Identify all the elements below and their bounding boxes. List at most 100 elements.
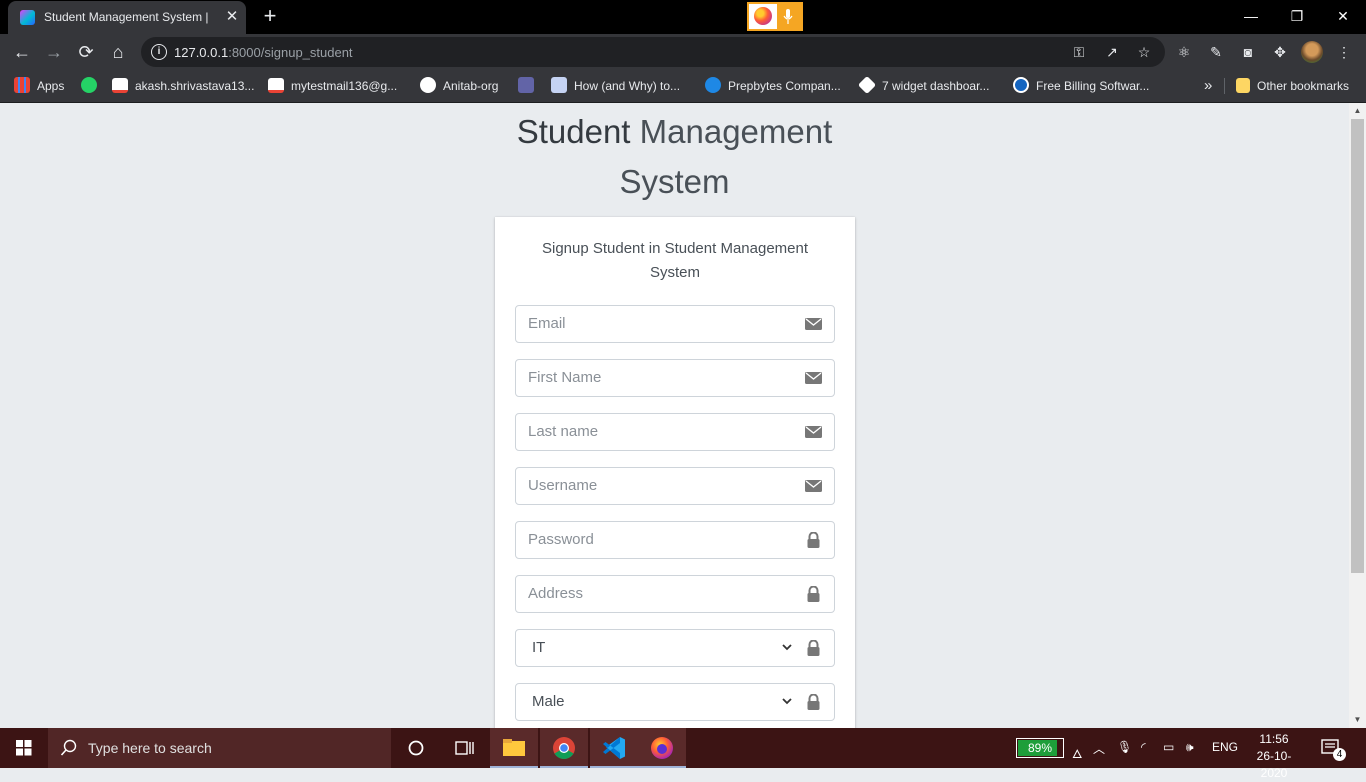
password-field[interactable]: Password xyxy=(515,521,835,559)
task-view-icon xyxy=(455,741,474,755)
whatsapp-icon xyxy=(81,77,97,93)
folder-icon xyxy=(503,739,525,756)
key-icon[interactable]: ⚿ xyxy=(1070,43,1088,61)
prepbytes-icon xyxy=(705,77,721,93)
notification-icon xyxy=(1321,739,1339,754)
envelope-icon xyxy=(805,372,822,384)
brand-line-2: System xyxy=(619,163,730,200)
show-hidden-icons-chevron-icon[interactable]: ︿ xyxy=(1093,740,1105,757)
envelope-icon xyxy=(805,426,822,438)
url-text[interactable]: 127.0.0.1:8000/signup_student xyxy=(174,45,353,60)
billing-icon xyxy=(1013,77,1029,93)
wifi-icon[interactable]: ◜ xyxy=(1141,740,1146,754)
signup-card: Signup Student in Student Management Sys… xyxy=(495,217,855,728)
home-icon[interactable]: ⌂ xyxy=(106,40,130,64)
bookmark-star-icon[interactable]: ☆ xyxy=(1135,43,1153,61)
microphone-tray-icon[interactable]: 🎙 xyxy=(1117,740,1132,754)
action-center-button[interactable]: 4 xyxy=(1310,728,1350,768)
page-viewport: Student Management System Signup Student… xyxy=(0,103,1349,728)
menu-kebab-icon[interactable]: ⋮ xyxy=(1334,42,1354,62)
page-brand: Student Management System xyxy=(0,107,1349,207)
extension-pen-icon[interactable]: ✎ xyxy=(1206,42,1226,62)
gmail-icon xyxy=(268,78,284,93)
extensions-puzzle-icon[interactable]: ✥ xyxy=(1270,42,1290,62)
chrome-taskbar-button[interactable] xyxy=(540,728,588,768)
back-arrow-icon[interactable]: ← xyxy=(10,40,34,64)
username-field[interactable]: Username xyxy=(515,467,835,505)
window-close-button[interactable]: ✕ xyxy=(1320,0,1366,32)
windows-logo-icon xyxy=(16,740,32,756)
gmail-icon xyxy=(112,78,128,93)
windows-taskbar: Type here to search 89% 🜂 ︿ 🎙 ◜ ▭ 🕪 ENG … xyxy=(0,728,1366,780)
new-tab-button[interactable]: + xyxy=(258,5,282,29)
address-field[interactable]: Address xyxy=(515,575,835,613)
teams-icon xyxy=(518,77,534,93)
bookmark-prepbytes[interactable]: Prepbytes Compan... xyxy=(705,76,841,96)
scroll-down-arrow-icon[interactable]: ▼ xyxy=(1349,712,1366,728)
scroll-thumb[interactable] xyxy=(1351,119,1364,573)
screen-recording-indicator xyxy=(747,2,803,31)
bookmark-gmail-akash[interactable]: akash.shrivastava13... xyxy=(112,76,254,96)
language-indicator[interactable]: ENG xyxy=(1212,740,1238,754)
volume-icon[interactable]: 🕪 xyxy=(1186,740,1194,755)
flame-tray-icon[interactable]: 🜂 xyxy=(1072,740,1083,765)
forward-arrow-icon[interactable]: → xyxy=(42,40,66,64)
bookmark-anitab-org[interactable]: Anitab-org xyxy=(420,76,498,96)
bookmark-widget-dashboard[interactable]: 7 widget dashboar... xyxy=(857,75,989,96)
bookmark-gmail-mytestmail[interactable]: mytestmail136@g... xyxy=(268,76,397,96)
cortana-button[interactable] xyxy=(392,728,440,768)
lock-icon xyxy=(807,694,820,710)
battery-plug-icon[interactable]: ▭ xyxy=(1163,740,1174,754)
course-select[interactable]: IT xyxy=(515,629,835,667)
task-view-button[interactable] xyxy=(440,728,488,768)
vscode-taskbar-button[interactable] xyxy=(590,728,638,768)
tab-close-icon[interactable]: ✕ xyxy=(222,7,242,27)
github-icon xyxy=(420,77,436,93)
clock-date: 26-10-2020 xyxy=(1256,749,1292,780)
bookmark-whatsapp[interactable] xyxy=(81,76,104,96)
reload-icon[interactable]: ⟳ xyxy=(74,40,98,64)
bookmark-apps[interactable]: Apps xyxy=(14,76,64,96)
scroll-up-arrow-icon[interactable]: ▲ xyxy=(1349,103,1366,119)
bookmark-teams[interactable] xyxy=(518,76,541,96)
bookmark-how-and-why[interactable]: How (and Why) to... xyxy=(551,76,680,96)
window-restore-button[interactable]: ❐ xyxy=(1274,0,1320,32)
window-minimize-button[interactable]: — xyxy=(1228,0,1274,32)
chevron-down-icon xyxy=(782,644,792,651)
taskbar-clock[interactable]: 11:56 26-10-2020 xyxy=(1248,731,1300,782)
file-explorer-button[interactable] xyxy=(490,728,538,768)
camera-icon[interactable]: ◙ xyxy=(1238,42,1258,62)
bookmarks-bar: Apps akash.shrivastava13... mytestmail13… xyxy=(0,70,1366,103)
site-info-icon[interactable]: i xyxy=(151,44,167,60)
battery-indicator[interactable]: 89% xyxy=(1016,738,1064,758)
envelope-icon xyxy=(805,480,822,492)
chevron-down-icon xyxy=(782,698,792,705)
widget-icon xyxy=(857,75,877,95)
bookmark-free-billing[interactable]: Free Billing Softwar... xyxy=(1013,76,1149,96)
email-field[interactable]: Email xyxy=(515,305,835,343)
chrome-icon xyxy=(553,737,575,759)
last-name-field[interactable]: Last name xyxy=(515,413,835,451)
open-external-icon[interactable]: ↗ xyxy=(1103,43,1121,61)
react-devtools-icon[interactable]: ⚛ xyxy=(1174,42,1194,62)
windows-start-button[interactable] xyxy=(0,728,48,768)
cisco-icon xyxy=(551,77,567,93)
page-scrollbar[interactable]: ▲ ▼ xyxy=(1349,103,1366,728)
lock-icon xyxy=(807,640,820,656)
clock-time: 11:56 xyxy=(1259,732,1289,746)
bookmarks-overflow-button[interactable]: » xyxy=(1204,76,1212,96)
vscode-icon xyxy=(603,737,625,759)
cortana-circle-icon xyxy=(408,740,424,756)
browser-tab-active[interactable]: Student Management System | Signup Stude… xyxy=(8,1,246,34)
other-bookmarks[interactable]: Other bookmarks xyxy=(1236,76,1349,96)
envelope-icon xyxy=(805,318,822,330)
address-bar[interactable]: i 127.0.0.1:8000/signup_student ⚿ ↗ ☆ xyxy=(141,37,1165,67)
gender-select[interactable]: Male xyxy=(515,683,835,721)
first-name-field[interactable]: First Name xyxy=(515,359,835,397)
notification-count: 4 xyxy=(1333,748,1346,761)
firefox-taskbar-button[interactable] xyxy=(638,728,686,768)
bookmarks-divider xyxy=(1224,78,1225,94)
taskbar-search-box[interactable]: Type here to search xyxy=(48,728,391,768)
profile-avatar[interactable] xyxy=(1301,41,1323,63)
apps-grid-icon xyxy=(14,77,30,93)
